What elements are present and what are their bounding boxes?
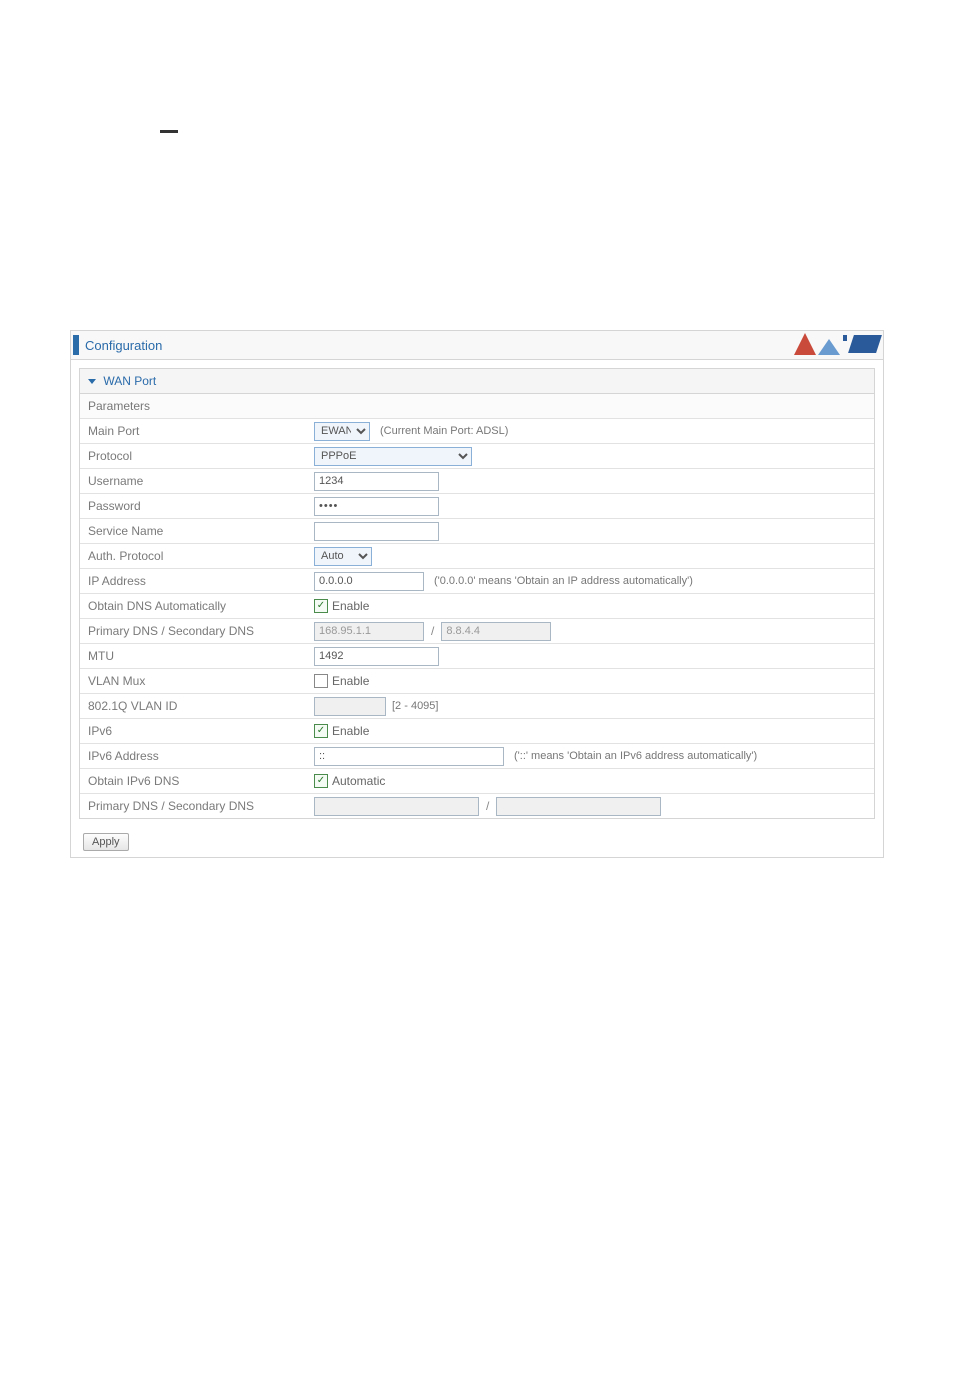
- ipv6-checkbox[interactable]: ✓: [314, 724, 328, 738]
- section-title: WAN Port: [103, 374, 156, 388]
- row-ipv6-address: IPv6 Address ('::' means 'Obtain an IPv6…: [80, 744, 874, 769]
- main-port-hint: (Current Main Port: ADSL): [380, 425, 508, 437]
- configuration-panel: Configuration WAN Port Parameters Main P…: [70, 330, 884, 858]
- obtain-dns-cb-label: Enable: [332, 599, 369, 613]
- row-obtain-dns: Obtain DNS Automatically ✓ Enable: [80, 594, 874, 619]
- section-title-row[interactable]: WAN Port: [80, 369, 874, 394]
- parameters-header-row: Parameters: [80, 394, 874, 419]
- obtain-dns-checkbox[interactable]: ✓: [314, 599, 328, 613]
- ipv6-address-hint: ('::' means 'Obtain an IPv6 address auto…: [514, 750, 757, 762]
- row-ipv6: IPv6 ✓ Enable: [80, 719, 874, 744]
- row-mtu: MTU: [80, 644, 874, 669]
- row-dns: Primary DNS / Secondary DNS /: [80, 619, 874, 644]
- config-header: Configuration: [71, 331, 883, 360]
- protocol-select[interactable]: PPPoE: [314, 447, 472, 466]
- obtain-dns-label: Obtain DNS Automatically: [80, 595, 306, 617]
- auth-protocol-label: Auth. Protocol: [80, 545, 306, 567]
- vlan-mux-checkbox[interactable]: ✓: [314, 674, 328, 688]
- logo-triangle-blue-icon: [818, 335, 840, 355]
- vlan-mux-cb-label: Enable: [332, 674, 369, 688]
- row-password: Password: [80, 494, 874, 519]
- mtu-label: MTU: [80, 645, 306, 667]
- password-label: Password: [80, 495, 306, 517]
- ipv6-secondary-dns-input[interactable]: [496, 797, 661, 816]
- obtain-ipv6-dns-checkbox[interactable]: ✓: [314, 774, 328, 788]
- main-port-label: Main Port: [80, 420, 306, 442]
- ipv6-dns-separator: /: [483, 799, 492, 813]
- vlan-id-input[interactable]: [314, 697, 386, 716]
- header-accent-bar: [73, 335, 79, 355]
- mtu-input[interactable]: [314, 647, 439, 666]
- ipv6-cb-label: Enable: [332, 724, 369, 738]
- username-input[interactable]: [314, 472, 439, 491]
- secondary-dns-input[interactable]: [441, 622, 551, 641]
- apply-row: Apply: [71, 827, 883, 857]
- logo-accent-icon: [843, 335, 847, 341]
- ip-address-label: IP Address: [80, 570, 306, 592]
- ipv6-dns-label: Primary DNS / Secondary DNS: [80, 795, 306, 817]
- row-ip-address: IP Address ('0.0.0.0' means 'Obtain an I…: [80, 569, 874, 594]
- vlan-mux-label: VLAN Mux: [80, 670, 306, 692]
- logo-triangle-red-icon: [794, 333, 816, 355]
- main-port-select[interactable]: EWAN: [314, 422, 370, 441]
- dns-separator: /: [428, 624, 437, 638]
- ip-address-input[interactable]: [314, 572, 424, 591]
- row-auth-protocol: Auth. Protocol Auto: [80, 544, 874, 569]
- wan-port-panel: WAN Port Parameters Main Port EWAN (Curr…: [79, 368, 875, 819]
- row-obtain-ipv6-dns: Obtain IPv6 DNS ✓ Automatic: [80, 769, 874, 794]
- dns-label: Primary DNS / Secondary DNS: [80, 620, 306, 642]
- row-vlan-mux: VLAN Mux ✓ Enable: [80, 669, 874, 694]
- primary-dns-input[interactable]: [314, 622, 424, 641]
- ip-address-hint: ('0.0.0.0' means 'Obtain an IP address a…: [434, 575, 693, 587]
- config-title: Configuration: [85, 338, 162, 353]
- auth-protocol-select[interactable]: Auto: [314, 547, 372, 566]
- ipv6-primary-dns-input[interactable]: [314, 797, 479, 816]
- row-vlan-id: 802.1Q VLAN ID [2 - 4095]: [80, 694, 874, 719]
- service-name-input[interactable]: [314, 522, 439, 541]
- obtain-ipv6-dns-cb-label: Automatic: [332, 774, 385, 788]
- decorative-dash: [160, 130, 178, 133]
- row-main-port: Main Port EWAN (Current Main Port: ADSL): [80, 419, 874, 444]
- username-label: Username: [80, 470, 306, 492]
- brand-logo: [794, 333, 879, 355]
- parameters-label: Parameters: [80, 394, 874, 418]
- logo-parallelogram-icon: [848, 335, 882, 353]
- row-ipv6-dns: Primary DNS / Secondary DNS /: [80, 794, 874, 818]
- ipv6-label: IPv6: [80, 720, 306, 742]
- ipv6-address-input[interactable]: [314, 747, 504, 766]
- service-name-label: Service Name: [80, 520, 306, 542]
- vlan-id-label: 802.1Q VLAN ID: [80, 695, 306, 717]
- protocol-label: Protocol: [80, 445, 306, 467]
- obtain-ipv6-dns-label: Obtain IPv6 DNS: [80, 770, 306, 792]
- ipv6-address-label: IPv6 Address: [80, 745, 306, 767]
- collapse-triangle-icon: [88, 379, 96, 384]
- row-service-name: Service Name: [80, 519, 874, 544]
- row-username: Username: [80, 469, 874, 494]
- vlan-id-hint: [2 - 4095]: [392, 700, 438, 712]
- row-protocol: Protocol PPPoE: [80, 444, 874, 469]
- password-input[interactable]: [314, 497, 439, 516]
- apply-button[interactable]: Apply: [83, 833, 129, 851]
